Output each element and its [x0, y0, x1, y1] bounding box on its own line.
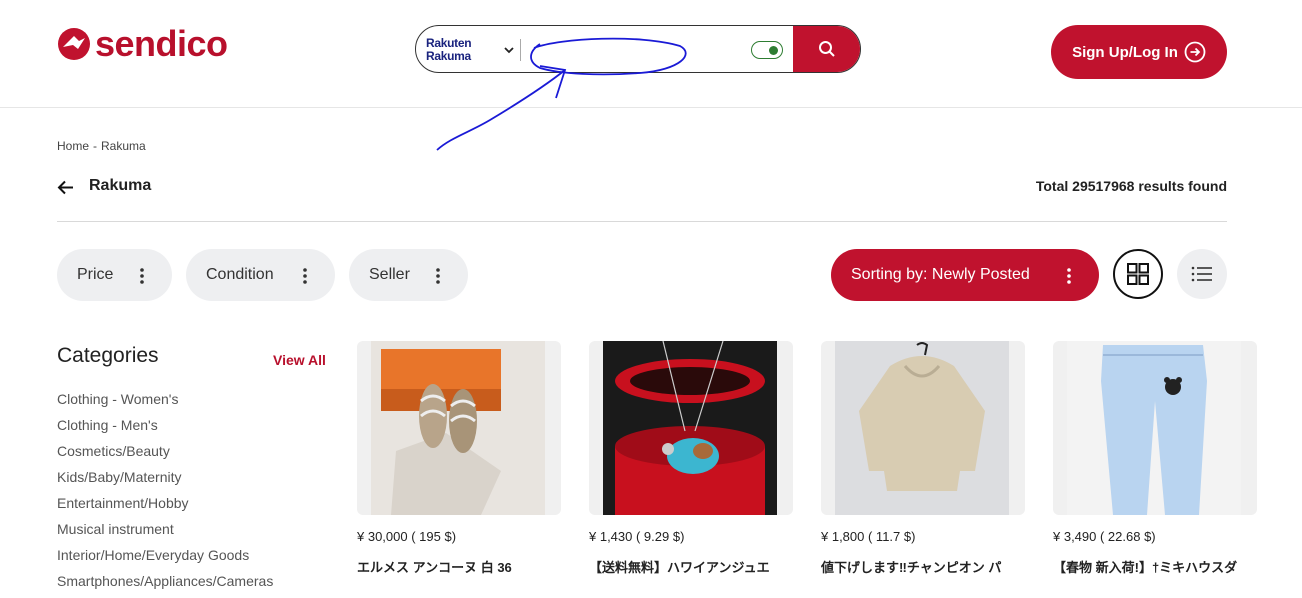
results-count: Total 29517968 results found: [1035, 178, 1227, 194]
divider: [57, 221, 1227, 222]
grid-view-button[interactable]: [1113, 249, 1163, 299]
marketplace-select[interactable]: Rakuten Rakuma: [426, 35, 518, 65]
product-name[interactable]: 【春物 新入荷!】†ミキハウスダ: [1053, 557, 1248, 576]
product-card[interactable]: ¥ 1,800 ( 11.7 $) 値下げします‼︎チャンピオン パ: [821, 341, 1029, 576]
category-item[interactable]: Clothing - Women's: [57, 390, 273, 416]
sendico-logo[interactable]: sendico: [57, 26, 228, 62]
page-title: Rakuma: [89, 177, 152, 194]
condition-filter-label: Condition: [206, 266, 274, 283]
product-card[interactable]: ¥ 30,000 ( 195 $) エルメス アンコーヌ 白 36: [357, 341, 565, 576]
price-filter-label: Price: [77, 266, 114, 283]
product-image[interactable]: [821, 341, 1025, 515]
category-item[interactable]: Cosmetics/Beauty: [57, 442, 273, 468]
kebab-menu-icon: [436, 268, 440, 284]
signup-login-button[interactable]: Sign Up/Log In: [1051, 25, 1227, 79]
view-all-link[interactable]: View All: [273, 352, 326, 368]
breadcrumb: Home - Rakuma: [57, 139, 146, 153]
price-filter-button[interactable]: Price: [57, 249, 172, 301]
kebab-menu-icon: [1067, 268, 1071, 284]
back-arrow-icon[interactable]: [57, 179, 74, 196]
jeans-image: [1067, 341, 1241, 515]
signup-label: Sign Up/Log In: [1072, 43, 1178, 61]
condition-filter-button[interactable]: Condition: [186, 249, 335, 301]
turtle-pendant-image: [603, 341, 777, 515]
breadcrumb-separator: -: [93, 139, 98, 153]
toggle-knob: [769, 45, 778, 55]
list-view-button[interactable]: [1177, 249, 1227, 299]
breadcrumb-home[interactable]: Home: [57, 139, 89, 153]
product-price: ¥ 30,000 ( 195 $): [357, 529, 457, 544]
logo-bird-icon: [58, 28, 90, 60]
list-icon: [1191, 266, 1212, 282]
product-card[interactable]: ¥ 3,490 ( 22.68 $) 【春物 新入荷!】†ミキハウスダ: [1053, 341, 1261, 576]
search-toggle[interactable]: [751, 41, 783, 59]
grid-icon: [1127, 263, 1149, 285]
category-item[interactable]: Musical instrument: [57, 520, 273, 546]
category-list: Clothing - Women's Clothing - Men's Cosm…: [57, 390, 273, 598]
product-image[interactable]: [357, 341, 561, 515]
marketplace-logo: Rakuten Rakuma: [426, 37, 490, 63]
product-name[interactable]: 値下げします‼︎チャンピオン パ: [821, 557, 1016, 576]
category-item[interactable]: Entertainment/Hobby: [57, 494, 273, 520]
kebab-menu-icon: [140, 268, 144, 284]
chevron-down-icon: [504, 47, 514, 54]
search-input[interactable]: [528, 34, 748, 64]
page-title-row: Rakuma Total 29517968 results found: [57, 174, 1227, 200]
sort-label: Sorting by: Newly Posted: [851, 266, 1030, 283]
product-price: ¥ 1,430 ( 9.29 $): [589, 529, 685, 544]
seller-filter-label: Seller: [369, 266, 410, 283]
categories-heading: Categories: [57, 344, 159, 367]
site-header: sendico Rakuten Rakuma Sign Up/Log In: [0, 0, 1302, 108]
category-item[interactable]: Smartphones/Appliances/Cameras: [57, 572, 273, 598]
category-item[interactable]: Interior/Home/Everyday Goods: [57, 546, 273, 572]
hoodie-image: [835, 341, 1009, 515]
logo-text: sendico: [95, 23, 228, 64]
seller-filter-button[interactable]: Seller: [349, 249, 468, 301]
product-price: ¥ 3,490 ( 22.68 $): [1053, 529, 1156, 544]
search-icon: [818, 41, 835, 57]
category-item[interactable]: Kids/Baby/Maternity: [57, 468, 273, 494]
product-image[interactable]: [589, 341, 793, 515]
product-image[interactable]: [1053, 341, 1257, 515]
breadcrumb-current[interactable]: Rakuma: [101, 139, 146, 153]
product-price: ¥ 1,800 ( 11.7 $): [821, 529, 916, 544]
search-button[interactable]: [793, 26, 860, 72]
category-item[interactable]: Clothing - Men's: [57, 416, 273, 442]
product-card[interactable]: ¥ 1,430 ( 9.29 $) 【送料無料】ハワイアンジュエ: [589, 341, 797, 576]
sandals-image: [371, 341, 545, 515]
sort-button[interactable]: Sorting by: Newly Posted: [831, 249, 1099, 301]
search-bar: Rakuten Rakuma: [415, 25, 861, 73]
product-name[interactable]: 【送料無料】ハワイアンジュエ: [589, 557, 784, 576]
marketplace-line-2: Rakuma: [426, 49, 471, 63]
search-divider: [520, 39, 521, 61]
arrow-right-circle-icon: [1184, 41, 1206, 63]
kebab-menu-icon: [303, 268, 307, 284]
product-name[interactable]: エルメス アンコーヌ 白 36: [357, 557, 552, 576]
